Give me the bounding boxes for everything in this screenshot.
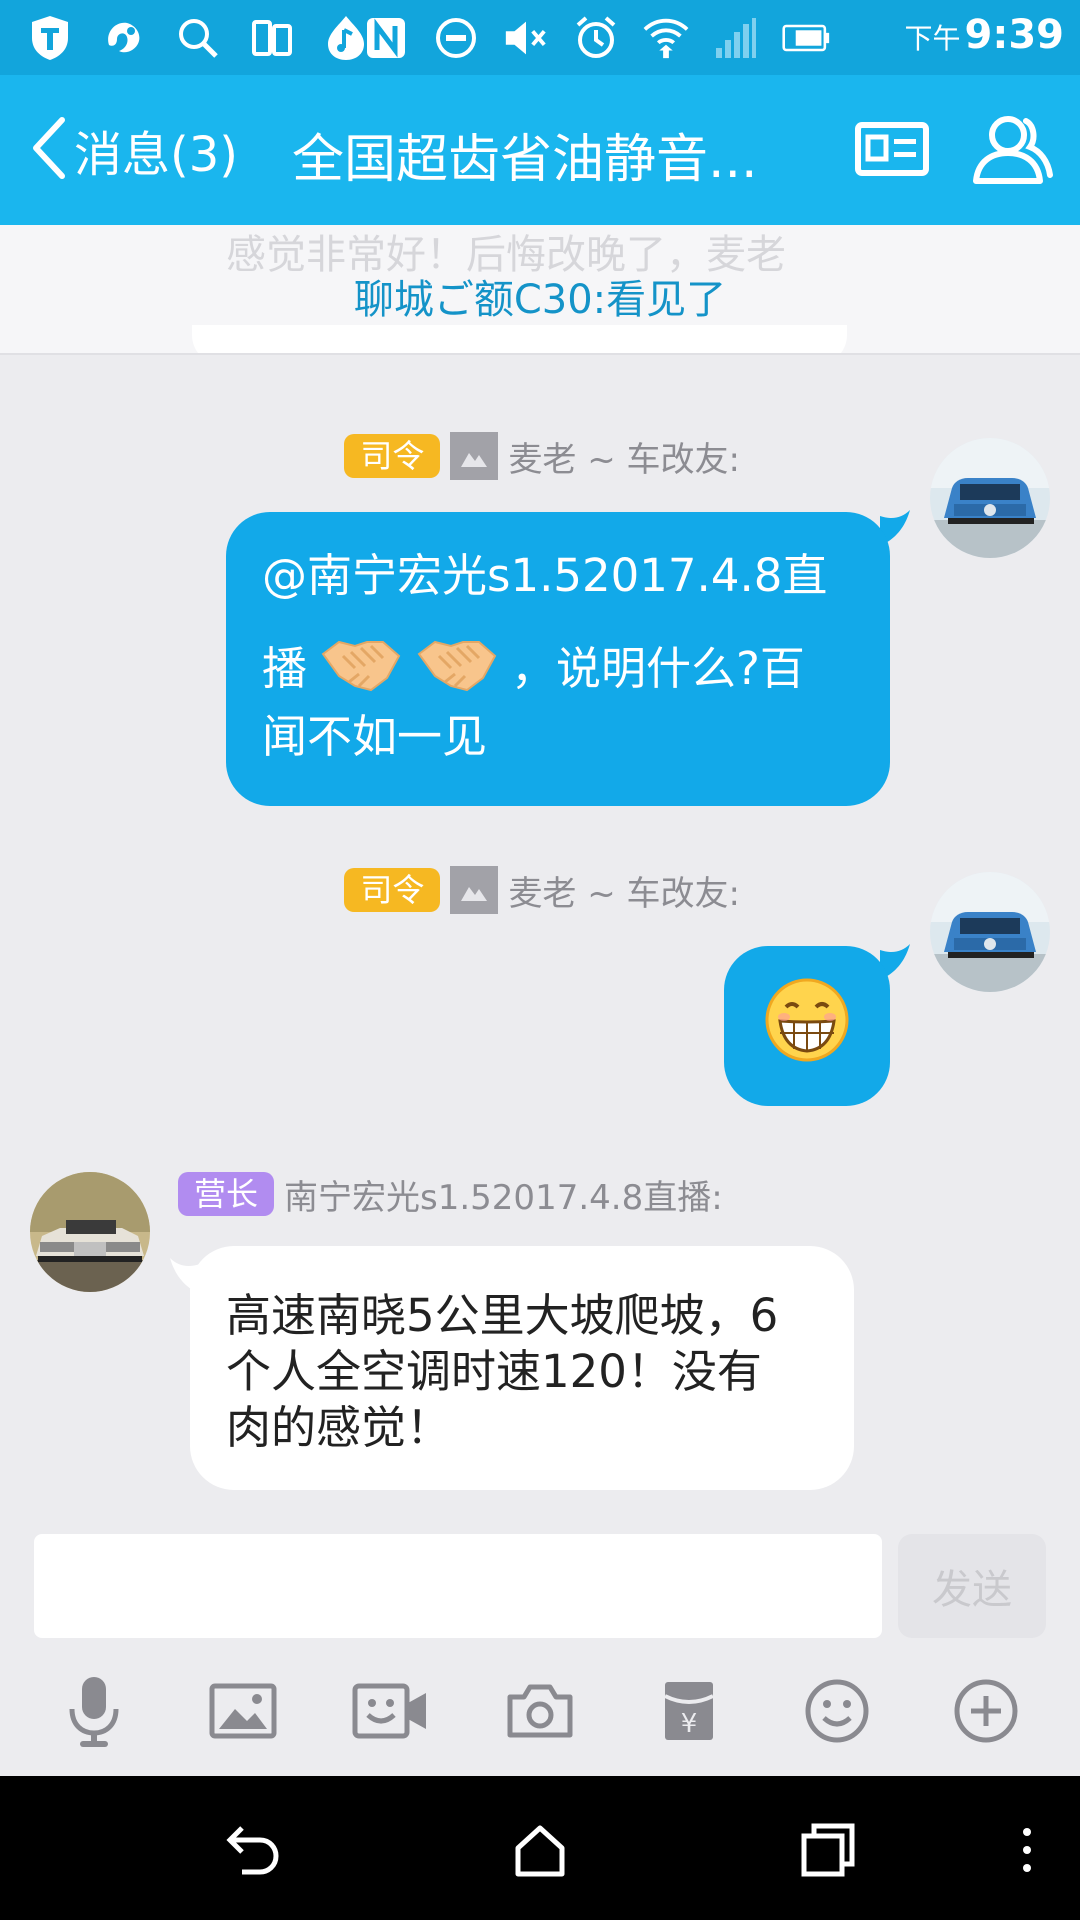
sender-name: 麦老 ~ 车改友: [508,873,740,914]
browser-icon [100,14,148,62]
back-arrow-icon [222,1822,282,1882]
chevron-left-icon [28,116,68,184]
sender-name: 南宁宏光s1.52017.4.8直播: [284,1177,723,1218]
avatar[interactable] [930,438,1050,558]
red-packet-icon: ¥ [661,1678,717,1748]
mute-icon [502,14,550,62]
dnd-icon [432,14,480,62]
camera-icon [506,1683,574,1743]
rank-badge: 营长 [178,1172,275,1216]
nav-recents-button[interactable] [788,1812,868,1892]
home-icon [512,1822,568,1882]
message-meta: 司令 麦老 ~ 车改友: [344,432,740,480]
more-vertical-icon [1021,1826,1033,1878]
wifi-icon [642,14,690,62]
message-meta: 营长 南宁宏光s1.52017.4.8直播: [178,1170,723,1218]
nav-menu-button[interactable] [1000,1812,1054,1892]
status-ampm: 下午 [904,22,961,55]
status-time: 9:39 [964,12,1065,58]
message-meta: 司令 麦老 ~ 车改友: [344,866,740,914]
message-bubble[interactable] [724,946,890,1106]
signal-icon [712,14,760,62]
video-chat-button[interactable] [346,1668,436,1758]
message-line: @南宁宏光s1.52017.4.8直 [262,549,828,602]
send-button[interactable]: 发送 [898,1534,1046,1638]
avatar[interactable] [930,872,1050,992]
group-members-icon [970,111,1054,191]
status-bar: 下午 9:39 [0,0,1080,75]
faded-bubble-edge [192,325,847,353]
composer-toolbar: ¥ [0,1650,1080,1776]
video-chat-icon [352,1683,430,1743]
search-icon [174,14,222,62]
nav-home-button[interactable] [500,1812,580,1892]
image-button[interactable] [198,1668,288,1758]
shield-icon [26,14,74,62]
title-image-icon [450,432,499,480]
more-button[interactable] [941,1668,1031,1758]
svg-text:¥: ¥ [680,1709,697,1739]
handshake-emoji [319,628,403,709]
back-button[interactable]: 消息(3) [28,113,238,187]
message-text: 播 [262,641,308,695]
group-notice[interactable]: 感觉非常好！后悔改晚了，麦老 聊城ご额C30:看见了 [0,225,1080,355]
recents-icon [800,1822,856,1882]
handshake-emoji [415,628,499,709]
message-text: ，说明什么?百 [511,641,805,695]
message-bubble[interactable]: 高速南晓5公里大坡爬坡，6 个人全空调时速120！没有 肉的感觉！ [190,1246,854,1490]
profile-card-button[interactable] [852,113,932,189]
emoji-icon [804,1678,870,1748]
message-line: 肉的感觉！ [226,1401,452,1454]
message-line: 闻不如一见 [262,710,488,763]
title-image-icon [450,866,499,914]
nav-back-button[interactable] [212,1812,292,1892]
battery-icon [782,14,830,62]
group-members-button[interactable] [970,111,1054,191]
sender-name: 麦老 ~ 车改友: [508,439,740,480]
nfc-icon [362,14,410,62]
camera-button[interactable] [495,1668,585,1758]
back-label: 消息(3) [74,127,238,183]
alarm-icon [572,14,620,62]
system-nav-bar [0,1776,1080,1920]
rank-badge: 司令 [344,868,441,912]
emoji-button[interactable] [792,1668,882,1758]
image-icon [209,1683,277,1743]
notice-text: 聊城ご额C30:看见了 [353,277,727,323]
profile-card-icon [854,121,930,181]
message-line: 高速南晓5公里大坡爬坡，6 [226,1289,779,1342]
avatar[interactable] [30,1172,150,1292]
chat-header: 消息(3) 全国超齿省油静音... [0,75,1080,225]
message-line: 个人全空调时速120！没有 [226,1345,762,1398]
chat-title: 全国超齿省油静音... [292,130,758,190]
voice-button[interactable] [49,1668,139,1758]
phone-clone-icon [248,14,296,62]
red-packet-button[interactable]: ¥ [644,1668,734,1758]
message-bubble[interactable]: @南宁宏光s1.52017.4.8直 播 ，说明什么?百 闻不如一见 [226,512,890,806]
grinning-face-emoji [764,977,850,1076]
microphone-icon [64,1673,124,1753]
rank-badge: 司令 [344,434,441,478]
plus-icon [953,1678,1019,1748]
message-input[interactable] [34,1534,882,1638]
